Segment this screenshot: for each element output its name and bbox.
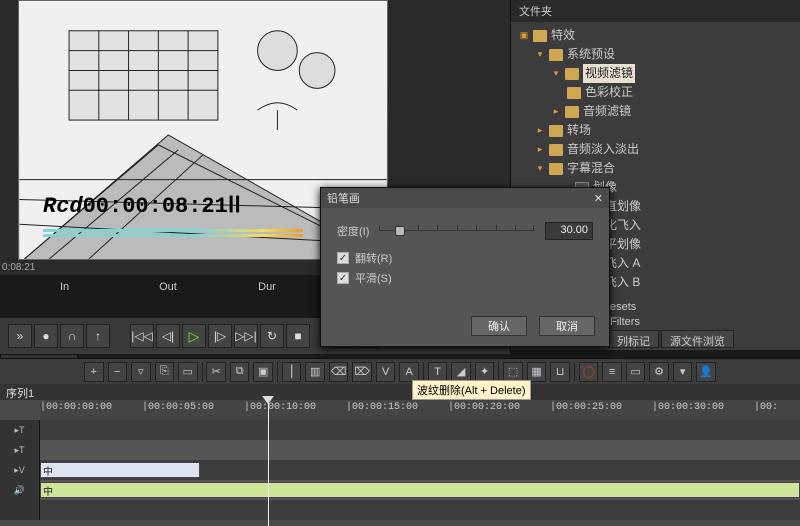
step-back-icon[interactable]: ◁| <box>156 324 180 348</box>
tree-node-audio-filters[interactable]: ▸音频滤镜 <box>519 102 796 121</box>
audio-clip[interactable]: 中 <box>40 482 800 498</box>
track-t2[interactable]: ▸T <box>0 440 800 460</box>
tree-node-video-filters[interactable]: ▾视频滤镜 <box>519 64 796 83</box>
track-a1[interactable]: 🔊 中 <box>0 480 800 500</box>
cancel-button[interactable]: 取消 <box>539 316 595 336</box>
tree-root[interactable]: ▣特效 <box>519 26 796 45</box>
title-icon[interactable]: T <box>428 362 448 382</box>
timecode-small: 0:08:21 <box>2 262 35 273</box>
stop-button[interactable]: ■ <box>286 324 310 348</box>
panel-cutoff-labels: esetsFilters <box>610 300 640 330</box>
tab-seq-marks[interactable]: 列标记 <box>608 330 659 348</box>
track-label[interactable]: ▸T <box>0 420 40 440</box>
snap2-icon[interactable]: ▦ <box>527 362 547 382</box>
track-empty[interactable] <box>0 500 800 520</box>
checkbox-icon: ✓ <box>337 272 349 284</box>
checkbox-icon: ✓ <box>337 252 349 264</box>
step-fwd-icon[interactable]: |▷ <box>208 324 232 348</box>
chevrons-icon[interactable]: » <box>8 324 32 348</box>
zoom-in-icon[interactable]: + <box>84 362 104 382</box>
split-icon[interactable]: ⎮ <box>282 362 302 382</box>
more-icon[interactable]: ▾ <box>673 362 693 382</box>
density-value[interactable]: 30.00 <box>545 222 593 240</box>
settings-icon[interactable]: ≡ <box>602 362 622 382</box>
right-tabs: 列标记 源文件浏览 <box>608 330 734 348</box>
flip-checkbox[interactable]: ✓翻转(R) <box>337 250 593 266</box>
recording-timecode: Rcd00:00:08:21ⅠⅠ <box>43 193 241 219</box>
smooth-checkbox[interactable]: ✓平滑(S) <box>337 270 593 286</box>
goto-start-icon[interactable]: |◁◁ <box>130 324 154 348</box>
headphones-icon[interactable]: ∩ <box>60 324 84 348</box>
audio-track-icon[interactable]: 🔊 <box>0 480 40 500</box>
in-label: In <box>60 281 156 293</box>
tree-node-subtitle-mix[interactable]: ▾字幕混合 <box>519 159 796 178</box>
ok-button[interactable]: 确认 <box>471 316 527 336</box>
goto-end-icon[interactable]: ▷▷| <box>234 324 258 348</box>
render-icon[interactable]: ◯ <box>579 362 599 382</box>
magnet-icon[interactable]: ⊔ <box>550 362 570 382</box>
track-v1[interactable]: ▸V 中 <box>0 460 800 480</box>
dialog-titlebar[interactable]: 铅笔画 ✕ <box>321 188 609 208</box>
out-label: Out <box>159 281 255 293</box>
audio-meters <box>43 229 303 237</box>
group-icon[interactable]: ▭ <box>178 362 198 382</box>
slider-thumb[interactable] <box>395 226 405 236</box>
track-t1[interactable]: ▸T <box>0 420 800 440</box>
close-icon[interactable]: ✕ <box>594 192 603 205</box>
monitor-icon[interactable]: ▭ <box>626 362 646 382</box>
tool-a-icon[interactable]: A <box>399 362 419 382</box>
playhead-head-icon <box>262 396 274 404</box>
track-label[interactable]: ▸V <box>0 460 40 480</box>
user-icon[interactable]: 👤 <box>696 362 716 382</box>
video-clip[interactable]: 中 <box>40 462 200 478</box>
pencil-dialog: 铅笔画 ✕ 密度(I) 30.00 ✓翻转(R) ✓平滑(S) 确认 取消 <box>320 187 610 347</box>
arrow-icon[interactable]: ↑ <box>86 324 110 348</box>
fx-icon[interactable]: ✦ <box>475 362 495 382</box>
time-ruler[interactable]: |00:00:00:00|00:00:05:00|00:00:10:00|00:… <box>40 400 800 420</box>
play-button[interactable]: ▷ <box>182 324 206 348</box>
cut-icon[interactable]: ✂ <box>206 362 226 382</box>
marker-icon[interactable]: ▿ <box>131 362 151 382</box>
zoom-out-icon[interactable]: − <box>108 362 128 382</box>
density-label: 密度(I) <box>337 223 369 239</box>
tab-src-browse[interactable]: 源文件浏览 <box>661 330 734 348</box>
tooltip-ripple-delete: 波纹删除(Alt + Delete) <box>412 380 531 400</box>
dialog-title: 铅笔画 <box>327 190 360 206</box>
track-label[interactable]: ▸T <box>0 440 40 460</box>
gear-icon[interactable]: ⚙ <box>649 362 669 382</box>
copy-icon[interactable]: ⧉ <box>230 362 250 382</box>
fade-icon[interactable]: ◢ <box>451 362 471 382</box>
panel-title: 文件夹 <box>511 0 800 22</box>
density-slider[interactable] <box>379 222 535 240</box>
link-icon[interactable]: ⎘ <box>155 362 175 382</box>
tree-node-audio-fade[interactable]: ▸音频淡入淡出 <box>519 140 796 159</box>
tree-node-sys-presets[interactable]: ▾系统预设 <box>519 45 796 64</box>
tree-node-transitions[interactable]: ▸转场 <box>519 121 796 140</box>
snap-icon[interactable]: ⬚ <box>503 362 523 382</box>
tree-node-color-correct[interactable]: 色彩校正 <box>519 83 796 102</box>
sequence-name[interactable]: 序列1 <box>0 384 800 400</box>
tool-v-icon[interactable]: V <box>376 362 396 382</box>
timeline-panel: 序列1 |00:00:00:00|00:00:05:00|00:00:10:00… <box>0 384 800 526</box>
playhead[interactable] <box>268 398 269 526</box>
ripple-delete-icon[interactable]: ⌦ <box>352 362 372 382</box>
paste-icon[interactable]: ▣ <box>253 362 273 382</box>
loop-icon[interactable]: ↻ <box>260 324 284 348</box>
track-label[interactable] <box>0 500 40 520</box>
timeline-toolbar: + − ▿ ⎘ ▭ ✂ ⧉ ▣ ⎮ ▥ ⌫ ⌦ V A T ◢ ✦ ⬚ ▦ ⊔ … <box>0 358 800 384</box>
in-out-dur-row: In Out Dur <box>60 281 354 293</box>
rec-icon[interactable]: ● <box>34 324 58 348</box>
delete-icon[interactable]: ⌫ <box>329 362 349 382</box>
trim-icon[interactable]: ▥ <box>305 362 325 382</box>
